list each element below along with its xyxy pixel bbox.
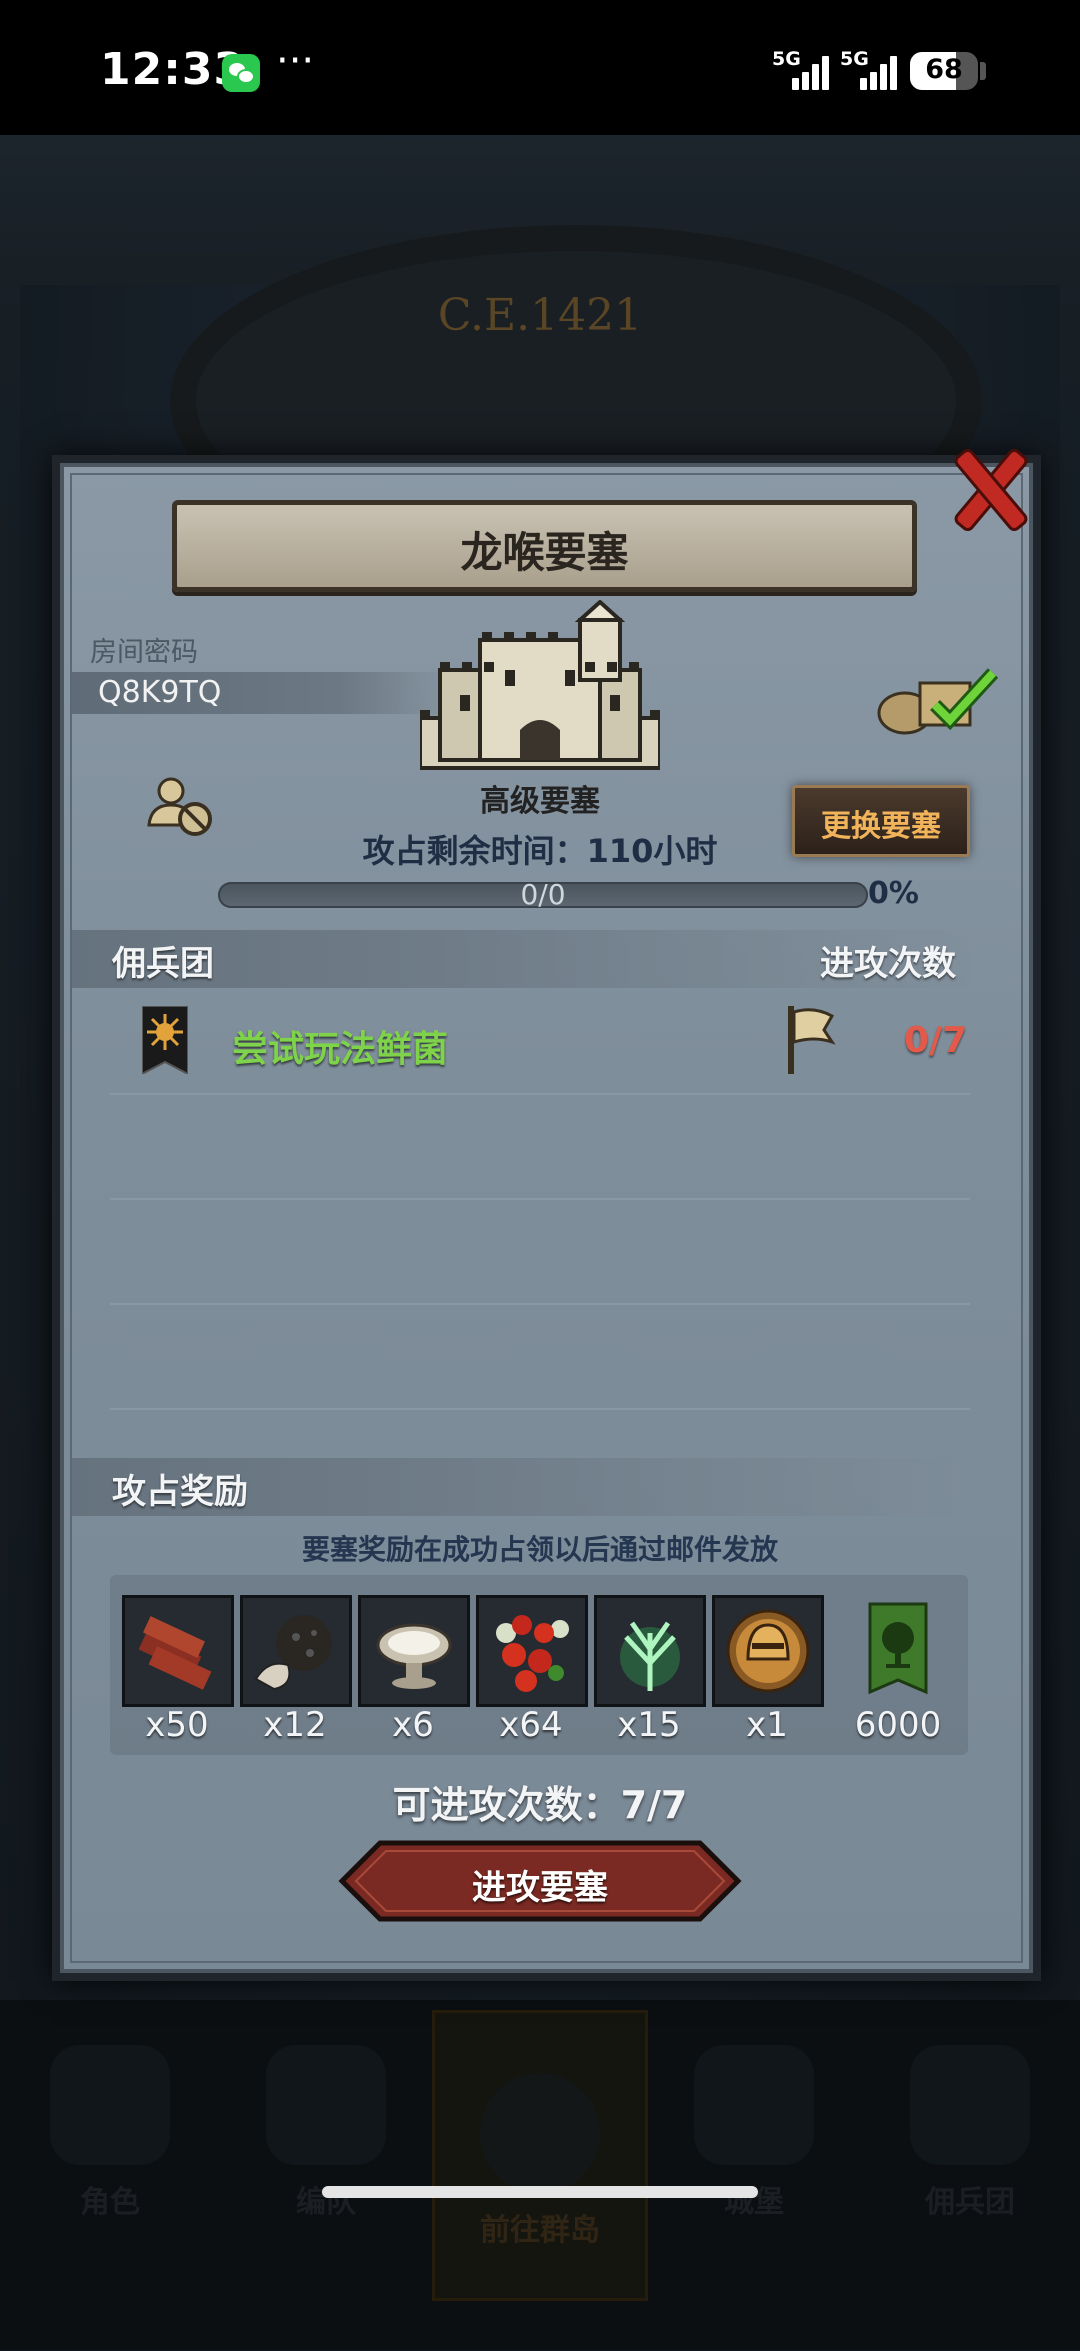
attack-count-header: 进攻次数 [820,944,956,984]
loot-check-icon[interactable] [875,665,1000,735]
reward-qty: x6 [392,1705,434,1745]
herb-icon [620,1621,680,1691]
guild-name[interactable]: 尝试玩法鲜菌 [232,1020,448,1072]
remaining-attempts: 可进攻次数：7/7 [392,1783,688,1827]
guild-banner-icon [142,1006,188,1074]
status-bar: 12:33 ··· 5G 5G 68 [0,0,1080,135]
reward-truffle[interactable] [240,1595,352,1707]
signal-icon: 5G [772,48,836,90]
battery-tip [980,62,986,80]
rewards-note: 要塞奖励在成功占领以后通过邮件发放 [301,1533,778,1566]
attack-fortress-button[interactable]: 进攻要塞 [322,1840,758,1922]
flag-icon [788,1006,836,1074]
list-divider [110,1093,970,1095]
network-type-label: 5G [772,48,801,70]
reward-qty: x1 [746,1705,788,1745]
reward-wood[interactable] [122,1595,234,1707]
truffle-icon [254,1615,332,1691]
network-type-label-2: 5G [840,48,869,70]
capture-progress-percent: 0% [868,876,919,911]
player-blocked-icon[interactable] [145,775,215,839]
list-divider [110,1408,970,1410]
swap-fortress-label: 更换要塞 [821,809,941,844]
reward-qty: x64 [499,1705,563,1745]
dialog-title: 龙喉要塞 [460,528,629,577]
reward-qty: x15 [617,1705,681,1745]
tree-banner-icon [868,1602,928,1695]
reward-helmet-medal[interactable] [712,1595,824,1707]
attack-fortress-label: 进攻要塞 [472,1868,608,1908]
reward-qty: x50 [145,1705,209,1745]
home-indicator[interactable] [322,2186,758,2198]
list-divider [110,1303,970,1305]
reward-tree-banner[interactable] [845,1595,951,1701]
battery-icon: 68 [910,52,978,90]
bowl-icon [376,1623,452,1689]
close-button[interactable] [945,445,1035,535]
reward-berries[interactable] [476,1595,588,1707]
battery-percent: 68 [925,54,963,85]
capture-progress-text: 0/0 [520,878,566,911]
title-plate: 龙喉要塞 [172,500,917,592]
berries-icon [496,1615,569,1692]
guild-attack-count: 0/7 [904,1020,968,1061]
mercenary-header: 佣兵团 [112,944,214,984]
more-notifications-icon: ··· [276,38,315,84]
reward-herb[interactable] [594,1595,706,1707]
reward-qty: 6000 [854,1705,942,1745]
swap-fortress-button[interactable]: 更换要塞 [792,785,970,857]
reward-bowl[interactable] [358,1595,470,1707]
wood-icon [138,1616,212,1690]
wechat-icon [222,54,260,92]
reward-qty: x12 [263,1705,327,1745]
signal-icon-2: 5G [840,48,904,90]
fortress-icon [420,600,660,770]
room-code[interactable]: Q8K9TQ [98,675,221,710]
room-password-label: 房间密码 [90,637,198,668]
helmet-medal-icon [726,1609,810,1693]
list-divider [110,1198,970,1200]
rewards-header: 攻占奖励 [112,1472,248,1512]
